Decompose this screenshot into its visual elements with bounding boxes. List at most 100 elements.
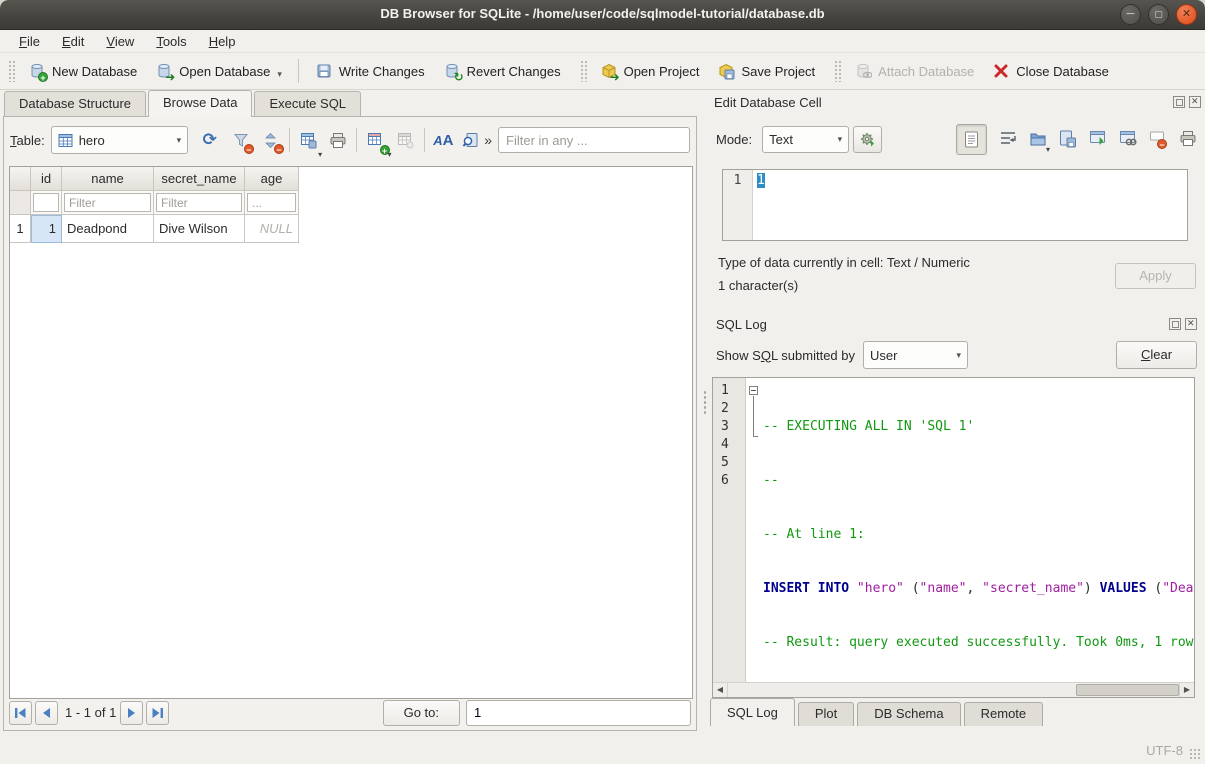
save-project-icon [717, 62, 735, 80]
cell-id-selected[interactable]: 1 [31, 215, 62, 243]
tab-execute-sql[interactable]: Execute SQL [254, 91, 361, 117]
tab-sql-log[interactable]: SQL Log [710, 698, 795, 726]
text-mode-button[interactable] [956, 124, 987, 155]
scroll-right-icon[interactable]: ▶ [1179, 683, 1194, 697]
tab-plot[interactable]: Plot [798, 702, 854, 726]
dock-float-icon[interactable] [1169, 318, 1181, 330]
row-number[interactable]: 1 [10, 215, 31, 243]
menu-tools[interactable]: Tools [147, 32, 195, 51]
cell-secret-name[interactable]: Dive Wilson [154, 215, 245, 243]
open-in-external-button[interactable] [1089, 130, 1107, 148]
find-button[interactable] [459, 127, 482, 153]
apply-button: Apply [1115, 263, 1196, 289]
grid-corner[interactable] [10, 167, 31, 191]
new-database-button[interactable]: + New Database [19, 57, 146, 85]
refresh-button[interactable]: ⟳ [198, 127, 221, 153]
pane-splitter[interactable] [700, 90, 710, 737]
fold-collapse-icon[interactable] [749, 386, 758, 395]
cell-name[interactable]: Deadpond [62, 215, 154, 243]
maximize-icon[interactable]: ▢ [1148, 4, 1169, 25]
auto-apply-button[interactable] [853, 126, 882, 153]
scroll-left-icon[interactable]: ◀ [713, 683, 728, 697]
print-cell-button[interactable] [1179, 130, 1197, 148]
open-database-icon: ➜ [155, 62, 173, 80]
scrollbar-thumb[interactable] [1076, 684, 1179, 696]
dock-float-icon[interactable] [1173, 96, 1185, 108]
print-button[interactable] [326, 127, 349, 153]
first-record-button[interactable] [9, 701, 32, 725]
goto-input[interactable] [466, 700, 691, 726]
open-database-button[interactable]: ➜ Open Database ▾ [146, 57, 291, 85]
column-header-name[interactable]: name [62, 167, 154, 191]
side-panels: Edit Database Cell Mode: Text ▾ [710, 90, 1205, 737]
last-record-button[interactable] [146, 701, 169, 725]
revert-changes-button[interactable]: ↻ Revert Changes [434, 57, 570, 85]
column-header-id[interactable]: id [31, 167, 62, 191]
word-wrap-button[interactable] [999, 130, 1017, 148]
font-button[interactable]: A A [432, 127, 455, 153]
tab-database-structure[interactable]: Database Structure [4, 91, 146, 117]
clear-log-button[interactable]: Clear [1116, 341, 1197, 369]
export-file-button[interactable] [1059, 130, 1077, 148]
save-project-button[interactable]: Save Project [708, 57, 824, 85]
sql-log-editor[interactable]: 1 2 3 4 5 6 -- EXECUTING ALL IN 'SQL 1' [712, 377, 1195, 698]
sql-log-line-numbers: 1 2 3 4 5 6 [713, 378, 746, 682]
encoding-label[interactable]: UTF-8 [1146, 743, 1183, 758]
dock-close-icon[interactable] [1189, 96, 1201, 108]
open-database-dropdown-icon[interactable]: ▾ [277, 69, 282, 80]
minimize-icon[interactable]: ─ [1120, 4, 1141, 25]
mode-select[interactable]: Text ▾ [762, 126, 849, 153]
dock-close-icon[interactable] [1185, 318, 1197, 330]
toolbar-grip[interactable] [834, 60, 841, 82]
attach-database-icon [854, 62, 872, 80]
grid-header-row: id name secret_name age [10, 167, 692, 191]
save-results-button[interactable]: ▾ [297, 127, 320, 153]
submitted-by-select[interactable]: User ▾ [863, 341, 968, 369]
previous-record-button[interactable] [35, 701, 58, 725]
set-null-button[interactable]: − [1149, 130, 1167, 148]
open-project-button[interactable]: ➜ Open Project [591, 57, 709, 85]
filter-name-input[interactable] [64, 193, 151, 212]
close-database-icon [992, 62, 1010, 80]
chevron-down-icon: ▾ [177, 135, 182, 146]
menu-file[interactable]: File [10, 32, 49, 51]
tab-browse-data[interactable]: Browse Data [148, 90, 252, 117]
tab-db-schema[interactable]: DB Schema [857, 702, 960, 726]
cell-editor-content[interactable]: 1 [757, 173, 765, 188]
menu-view[interactable]: View [97, 32, 143, 51]
write-changes-button[interactable]: Write Changes [306, 57, 434, 85]
copy-link-button[interactable] [1119, 130, 1137, 148]
menu-help[interactable]: Help [200, 32, 245, 51]
edit-cell-title: Edit Database Cell [714, 95, 822, 110]
table-select[interactable]: hero ▾ [51, 126, 188, 154]
horizontal-scrollbar[interactable]: ◀ ▶ [713, 682, 1194, 697]
sql-log-dock-titlebar[interactable]: SQL Log [712, 312, 1201, 336]
resize-grip-icon[interactable] [1189, 748, 1202, 761]
toolbar-grip[interactable] [8, 60, 15, 82]
tab-remote[interactable]: Remote [964, 702, 1044, 726]
edit-cell-dock-titlebar[interactable]: Edit Database Cell [710, 90, 1205, 114]
filter-id-input[interactable] [33, 193, 59, 212]
import-file-button[interactable]: ▾ [1029, 130, 1047, 148]
cell-editor[interactable]: 1 1 [722, 169, 1188, 241]
filter-age-input[interactable] [247, 193, 296, 212]
fold-margin[interactable] [746, 378, 761, 682]
toolbar-grip[interactable] [580, 60, 587, 82]
menu-edit[interactable]: Edit [53, 32, 93, 51]
close-icon[interactable]: ✕ [1176, 4, 1197, 25]
filter-secret-name-input[interactable] [156, 193, 242, 212]
insert-record-button[interactable]: + ▾ [364, 127, 387, 153]
filter-any-input[interactable] [498, 127, 690, 153]
column-header-secret-name[interactable]: secret_name [154, 167, 245, 191]
cell-age[interactable]: NULL [245, 215, 299, 243]
next-record-button[interactable] [120, 701, 143, 725]
close-database-button[interactable]: Close Database [983, 57, 1118, 85]
goto-button[interactable]: Go to: [383, 700, 460, 726]
clear-sorting-button[interactable]: − [259, 127, 282, 153]
sql-log-text: -- EXECUTING ALL IN 'SQL 1' -- -- At lin… [761, 378, 1194, 682]
toolbar-overflow-icon[interactable]: » [484, 132, 492, 148]
revert-changes-icon: ↻ [443, 62, 461, 80]
clear-filters-button[interactable]: − [229, 127, 252, 153]
column-header-age[interactable]: age [245, 167, 299, 191]
titlebar[interactable]: DB Browser for SQLite - /home/user/code/… [0, 0, 1205, 30]
